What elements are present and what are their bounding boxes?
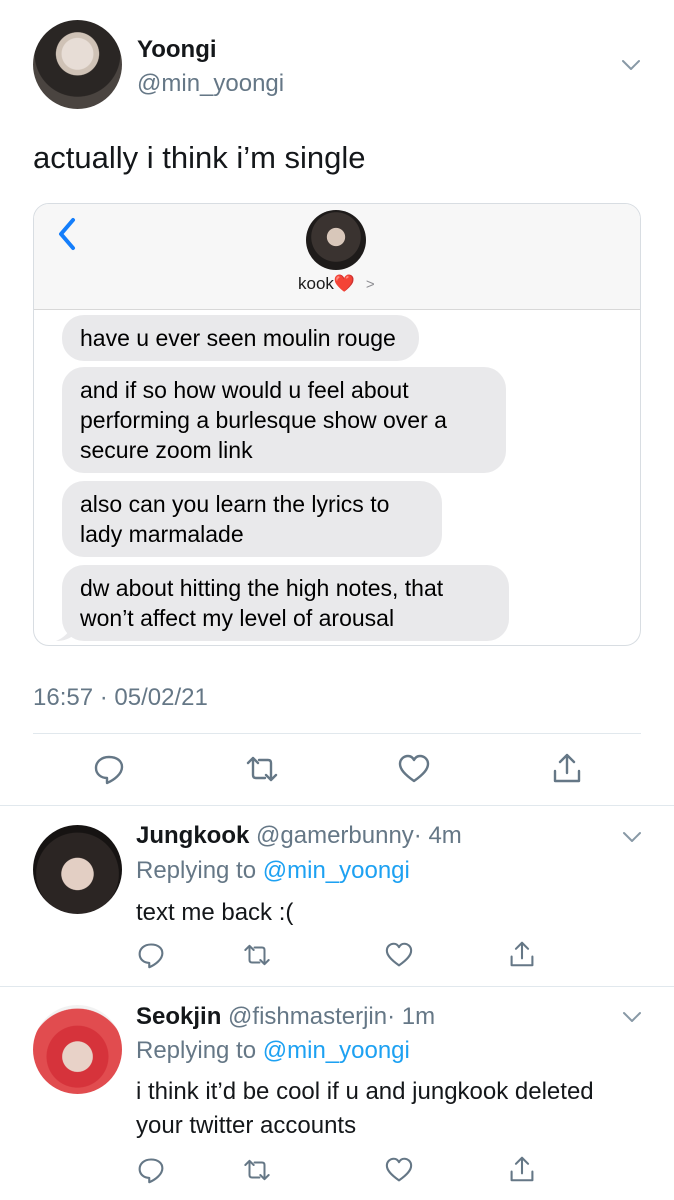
replying-to: Replying to @min_yoongi <box>136 857 410 885</box>
reply-text: i think it’d be cool if u and jungkook d… <box>136 1078 594 1139</box>
contact-chevron: > <box>365 276 375 293</box>
share-icon[interactable] <box>509 940 535 968</box>
like-icon[interactable] <box>398 754 430 784</box>
tweet-text: actually i think i’m single <box>33 140 366 175</box>
contact-avatar <box>306 210 366 270</box>
back-chevron-icon <box>59 218 75 250</box>
message-bubble: and if so how would u feel about perform… <box>62 367 506 473</box>
retweet-icon[interactable] <box>244 755 280 783</box>
divider <box>33 733 641 734</box>
chevron-down-icon[interactable] <box>621 58 641 72</box>
reply-icon[interactable] <box>137 941 165 969</box>
bubble-tail <box>56 619 76 641</box>
reply-avatar[interactable] <box>33 1005 122 1094</box>
like-icon[interactable] <box>385 942 413 968</box>
imessage-header: kook❤️ > <box>34 204 640 310</box>
message-bubble: also can you learn the lyrics to lady ma… <box>62 481 442 557</box>
reply-header: Jungkook @gamerbunny· 4m <box>136 822 462 850</box>
message-bubble: have u ever seen moulin rouge <box>62 315 419 361</box>
share-icon[interactable] <box>552 752 582 784</box>
chevron-down-icon[interactable] <box>622 830 642 844</box>
reply-text: text me back :( <box>136 899 294 926</box>
replying-to-label: Replying to <box>136 857 257 884</box>
retweet-icon[interactable] <box>242 1158 272 1182</box>
reply-author-handle[interactable]: @gamerbunny <box>256 822 414 849</box>
reply-author-handle[interactable]: @fishmasterjin <box>228 1003 387 1030</box>
reply-author-name[interactable]: Seokjin <box>136 1003 221 1030</box>
divider <box>0 986 674 987</box>
contact-name: kook❤️ <box>298 274 356 293</box>
message-bubble: dw about hitting the high notes, that wo… <box>62 565 509 641</box>
reply-time: · 4m <box>413 822 462 849</box>
author-handle[interactable]: @min_yoongi <box>137 70 284 98</box>
reply-icon[interactable] <box>137 1156 165 1184</box>
reply-header: Seokjin @fishmasterjin· 1m <box>136 1003 435 1031</box>
tweet-media-image[interactable]: kook❤️ > have u ever seen moulin rouge a… <box>33 203 641 646</box>
author-name[interactable]: Yoongi <box>137 36 217 64</box>
reply-icon[interactable] <box>93 753 125 785</box>
author-avatar[interactable] <box>33 20 122 109</box>
replying-to-handle[interactable]: @min_yoongi <box>263 857 410 884</box>
retweet-icon[interactable] <box>242 943 272 967</box>
reply-time: · 1m <box>387 1003 436 1030</box>
share-icon[interactable] <box>509 1155 535 1183</box>
reply-author-name[interactable]: Jungkook <box>136 822 249 849</box>
tweet-timestamp: 16:57 · 05/02/21 <box>33 684 208 711</box>
like-icon[interactable] <box>385 1157 413 1183</box>
reply-avatar[interactable] <box>33 825 122 914</box>
replying-to: Replying to @min_yoongi <box>136 1037 410 1065</box>
chevron-down-icon[interactable] <box>622 1010 642 1024</box>
replying-to-label: Replying to <box>136 1037 257 1064</box>
divider <box>0 805 674 806</box>
replying-to-handle[interactable]: @min_yoongi <box>263 1037 410 1064</box>
